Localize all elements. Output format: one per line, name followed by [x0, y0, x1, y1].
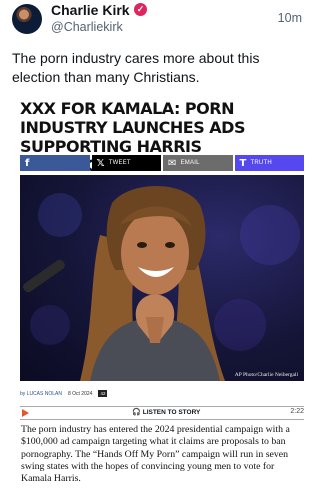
article-screenshot[interactable]: XXX for Kamala: Porn Industry Launches A… — [11, 94, 304, 500]
share-truth-label: TRUTH — [250, 160, 272, 166]
comment-count-badge[interactable]: 42 — [98, 390, 108, 397]
photo-illustration: AP Photo/Charlie Neibergall — [23, 185, 300, 381]
share-facebook-button[interactable]: f — [20, 155, 90, 171]
facebook-icon: f — [25, 157, 30, 169]
article-body: The porn industry has entered the 2024 p… — [21, 424, 290, 485]
share-email-button[interactable]: ✉ EMAIL — [163, 155, 233, 171]
share-bar: f 𝕏 TWEET ✉ EMAIL T TRUTH — [20, 155, 304, 171]
author-name[interactable]: Charlie Kirk — [51, 2, 130, 18]
listen-to-story[interactable]: 🎧 LISTEN TO STORY — [132, 408, 200, 416]
x-icon: 𝕏 — [96, 157, 105, 169]
byline-author[interactable]: by LUCAS NOLAN — [20, 391, 62, 397]
share-email-label: EMAIL — [180, 160, 200, 166]
article-byline: by LUCAS NOLAN 8 Oct 2024 42 — [20, 390, 108, 397]
tweet-header: Charlie Kirk ✓ @Charliekirk 10m — [0, 0, 314, 44]
listen-label: LISTEN TO STORY — [142, 409, 201, 416]
audio-player: 🎧 LISTEN TO STORY 2:22 — [20, 406, 304, 420]
share-truth-button[interactable]: T TRUTH — [234, 155, 304, 171]
byline-date: 8 Oct 2024 — [67, 390, 93, 397]
email-icon: ✉ — [168, 157, 177, 169]
headphones-icon: 🎧 — [132, 409, 141, 416]
avatar[interactable] — [12, 4, 42, 34]
tweet-text: The porn industry cares more about this … — [12, 50, 260, 85]
share-x-button[interactable]: 𝕏 TWEET — [91, 155, 161, 171]
truth-icon: T — [239, 157, 247, 169]
play-icon[interactable] — [22, 409, 29, 417]
author-handle[interactable]: @Charliekirk — [51, 20, 123, 34]
audio-duration: 2:22 — [290, 408, 304, 415]
article-photo: AP Photo/Charlie Neibergall — [20, 175, 304, 381]
photo-credit: AP Photo/Charlie Neibergall — [235, 372, 299, 378]
tweet-timestamp[interactable]: 10m — [278, 11, 302, 25]
verified-badge-icon: ✓ — [134, 3, 147, 16]
share-x-label: TWEET — [108, 160, 131, 166]
